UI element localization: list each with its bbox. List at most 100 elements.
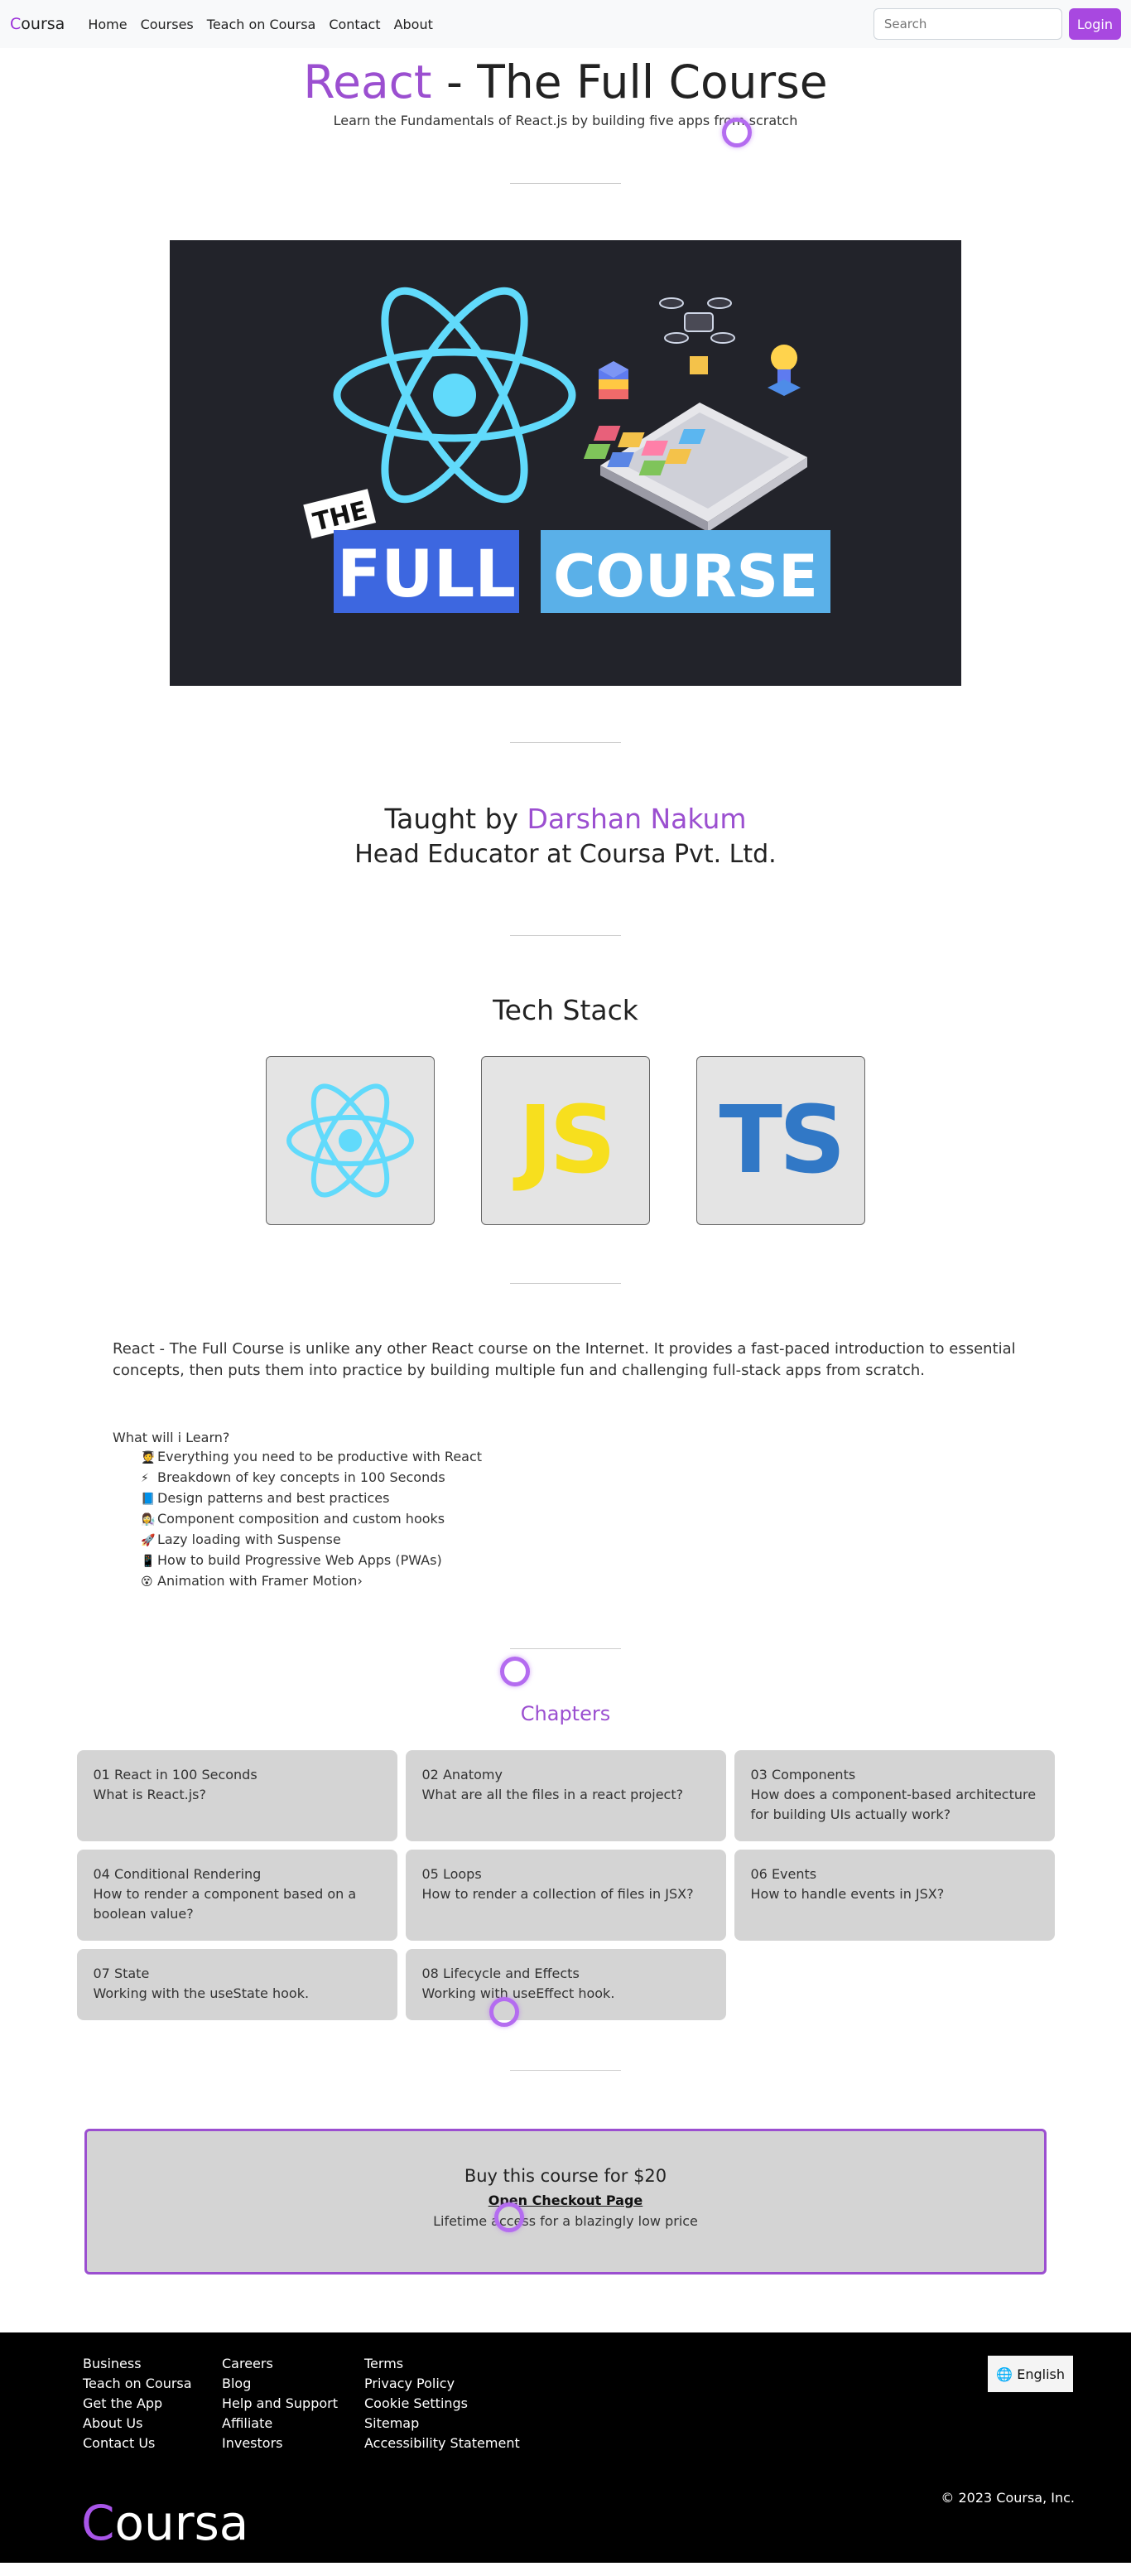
chapters-section: Chapters 01 React in 100 Seconds What is … [0, 1702, 1131, 2027]
instructor-name[interactable]: Darshan Nakum [527, 803, 747, 835]
footer-link-terms[interactable]: Terms [364, 2354, 546, 2374]
navbar: Coursa Home Courses Teach on Coursa Cont… [0, 0, 1131, 48]
nav-link-contact[interactable]: Contact [322, 17, 387, 32]
footer-link-about[interactable]: About Us [83, 2414, 222, 2434]
nav-right: Login [873, 8, 1121, 40]
brand-logo[interactable]: Coursa [10, 15, 65, 33]
footer-link-blog[interactable]: Blog [222, 2374, 364, 2394]
chapters-grid: 01 React in 100 Seconds What is React.js?… [0, 1750, 1131, 2020]
footer-link-get-app[interactable]: Get the App [83, 2394, 222, 2414]
footer-link-business[interactable]: Business [83, 2354, 222, 2374]
nav-link-courses[interactable]: Courses [134, 17, 200, 32]
chapter-desc: Working with the useState hook. [93, 1985, 310, 2001]
learn-item-text: How to build Progressive Web Apps (PWAs) [157, 1552, 442, 1568]
tech-card-ts: TS [696, 1056, 865, 1225]
footer: Business Teach on Coursa Get the App Abo… [0, 2332, 1131, 2563]
nav-link-home[interactable]: Home [81, 17, 133, 32]
chapter-card[interactable]: 04 Conditional Rendering How to render a … [76, 1850, 397, 1941]
chapter-card[interactable]: 07 State Working with the useState hook. [76, 1949, 397, 2020]
learn-item: 📱 How to build Progressive Web Apps (PWAs… [141, 1551, 1131, 1571]
footer-col-1: Business Teach on Coursa Get the App Abo… [83, 2354, 222, 2453]
learn-item-text: Everything you need to be productive wit… [157, 1449, 483, 1464]
cube-stack-illustration [599, 361, 628, 399]
full-text: FULL [337, 538, 516, 612]
lightbulb-illustration [768, 345, 801, 396]
rocket-icon: 🚀 [141, 1534, 156, 1547]
divider [510, 1648, 621, 1649]
chapter-card[interactable]: 01 React in 100 Seconds What is React.js? [76, 1750, 397, 1841]
course-banner-illustration: THE FULL COURSE [303, 287, 830, 613]
page-title-rest: - The Full Course [431, 55, 828, 109]
buy-section: Buy this course for $20 Open Checkout Pa… [84, 2129, 1047, 2275]
learn-item-text: Breakdown of key concepts in 100 Seconds [157, 1469, 445, 1485]
brand-logo-c: C [10, 15, 22, 33]
footer-links: Business Teach on Coursa Get the App Abo… [83, 2354, 546, 2453]
footer-col-3: Terms Privacy Policy Cookie Settings Sit… [364, 2354, 546, 2453]
tech-card-js: JS [481, 1056, 650, 1225]
learn-item-text: Design patterns and best practices [157, 1490, 390, 1506]
search-input[interactable] [873, 8, 1062, 40]
learn-item: ⚡ Breakdown of key concepts in 100 Second… [141, 1468, 1131, 1488]
chapter-card[interactable]: 02 Anatomy What are all the files in a re… [405, 1750, 726, 1841]
react-logo-icon [286, 1083, 414, 1198]
instructor-role: Head Educator at Coursa Pvt. Ltd. [354, 840, 777, 869]
chapter-title: 07 State [93, 1966, 150, 1981]
student-icon: 🧑‍🎓 [141, 1451, 156, 1464]
page-title-accent: React [303, 55, 432, 109]
instructor-section: Taught by Darshan Nakum Head Educator at… [0, 803, 1131, 869]
chapter-desc: How to handle events in JSX? [750, 1886, 945, 1902]
nav-link-about[interactable]: About [387, 17, 440, 32]
learn-item-text: Lazy loading with Suspense [157, 1532, 341, 1547]
learn-item: 📘 Design patterns and best practices [141, 1488, 1131, 1509]
nav-link-teach[interactable]: Teach on Coursa [200, 17, 323, 32]
react-atom-icon [333, 287, 576, 504]
course-description: React - The Full Course is unlike any ot… [113, 1340, 1016, 1379]
chapter-title: 06 Events [750, 1866, 817, 1882]
page-title: React - The Full Course [0, 55, 1131, 109]
chapter-card[interactable]: 08 Lifecycle and Effects Working with use… [405, 1949, 726, 2020]
chapter-desc: Working with useEffect hook. [421, 1985, 615, 2001]
chapter-desc: What are all the files in a react projec… [421, 1787, 684, 1802]
footer-link-investors[interactable]: Investors [222, 2434, 364, 2453]
chapter-title: 05 Loops [421, 1866, 482, 1882]
nav-links: Home Courses Teach on Coursa Contact Abo… [81, 17, 440, 32]
course-banner: THE FULL COURSE [170, 240, 961, 686]
learn-item: 🚀 Lazy loading with Suspense [141, 1530, 1131, 1551]
chapter-desc: What is React.js? [93, 1787, 206, 1802]
ts-logo-icon: TS [719, 1087, 845, 1194]
footer-link-accessibility[interactable]: Accessibility Statement [364, 2434, 546, 2453]
chapter-card[interactable]: 05 Loops How to render a collection of fi… [405, 1850, 726, 1941]
footer-logo[interactable]: Coursa [81, 2495, 248, 2551]
language-label: English [1017, 2366, 1065, 2382]
footer-link-help[interactable]: Help and Support [222, 2394, 364, 2414]
footer-link-sitemap[interactable]: Sitemap [364, 2414, 546, 2434]
taught-by-prefix: Taught by [384, 803, 527, 835]
learn-list: 🧑‍🎓 Everything you need to be productive … [0, 1447, 1131, 1592]
dizzy-face-icon: 😵 [141, 1575, 153, 1589]
chapter-title: 08 Lifecycle and Effects [421, 1966, 580, 1981]
buy-title: Buy this course for $20 [464, 2166, 667, 2186]
js-logo-icon: JS [517, 1087, 616, 1194]
footer-link-privacy[interactable]: Privacy Policy [364, 2374, 546, 2394]
chapter-card[interactable]: 06 Events How to handle events in JSX? [734, 1850, 1055, 1941]
footer-link-contact[interactable]: Contact Us [83, 2434, 222, 2453]
footer-link-affiliate[interactable]: Affiliate [222, 2414, 364, 2434]
copyright: © 2023 Coursa, Inc. [941, 2490, 1075, 2506]
footer-logo-c: C [81, 2495, 115, 2551]
checkout-link[interactable]: Open Checkout Page [488, 2192, 643, 2208]
learn-item-text: Animation with Framer Motion› [157, 1573, 363, 1589]
footer-link-careers[interactable]: Careers [222, 2354, 364, 2374]
drone-illustration [659, 297, 735, 374]
footer-link-cookies[interactable]: Cookie Settings [364, 2394, 546, 2414]
buy-note: Lifetime access for a blazingly low pric… [433, 2213, 698, 2229]
login-button[interactable]: Login [1068, 8, 1121, 40]
footer-link-teach[interactable]: Teach on Coursa [83, 2374, 222, 2394]
footer-col-2: Careers Blog Help and Support Affiliate … [222, 2354, 364, 2453]
taught-by: Taught by Darshan Nakum [0, 803, 1131, 835]
chapter-card[interactable]: 03 Components How does a component-based … [734, 1750, 1055, 1841]
learn-item: 🧑‍🎓 Everything you need to be productive … [141, 1447, 1131, 1468]
tech-stack-row: JS TS [0, 1056, 1131, 1225]
scientist-icon: 👩‍🔬 [141, 1513, 156, 1527]
language-button[interactable]: 🌐 English [988, 2356, 1073, 2392]
tech-stack-title: Tech Stack [493, 994, 638, 1026]
